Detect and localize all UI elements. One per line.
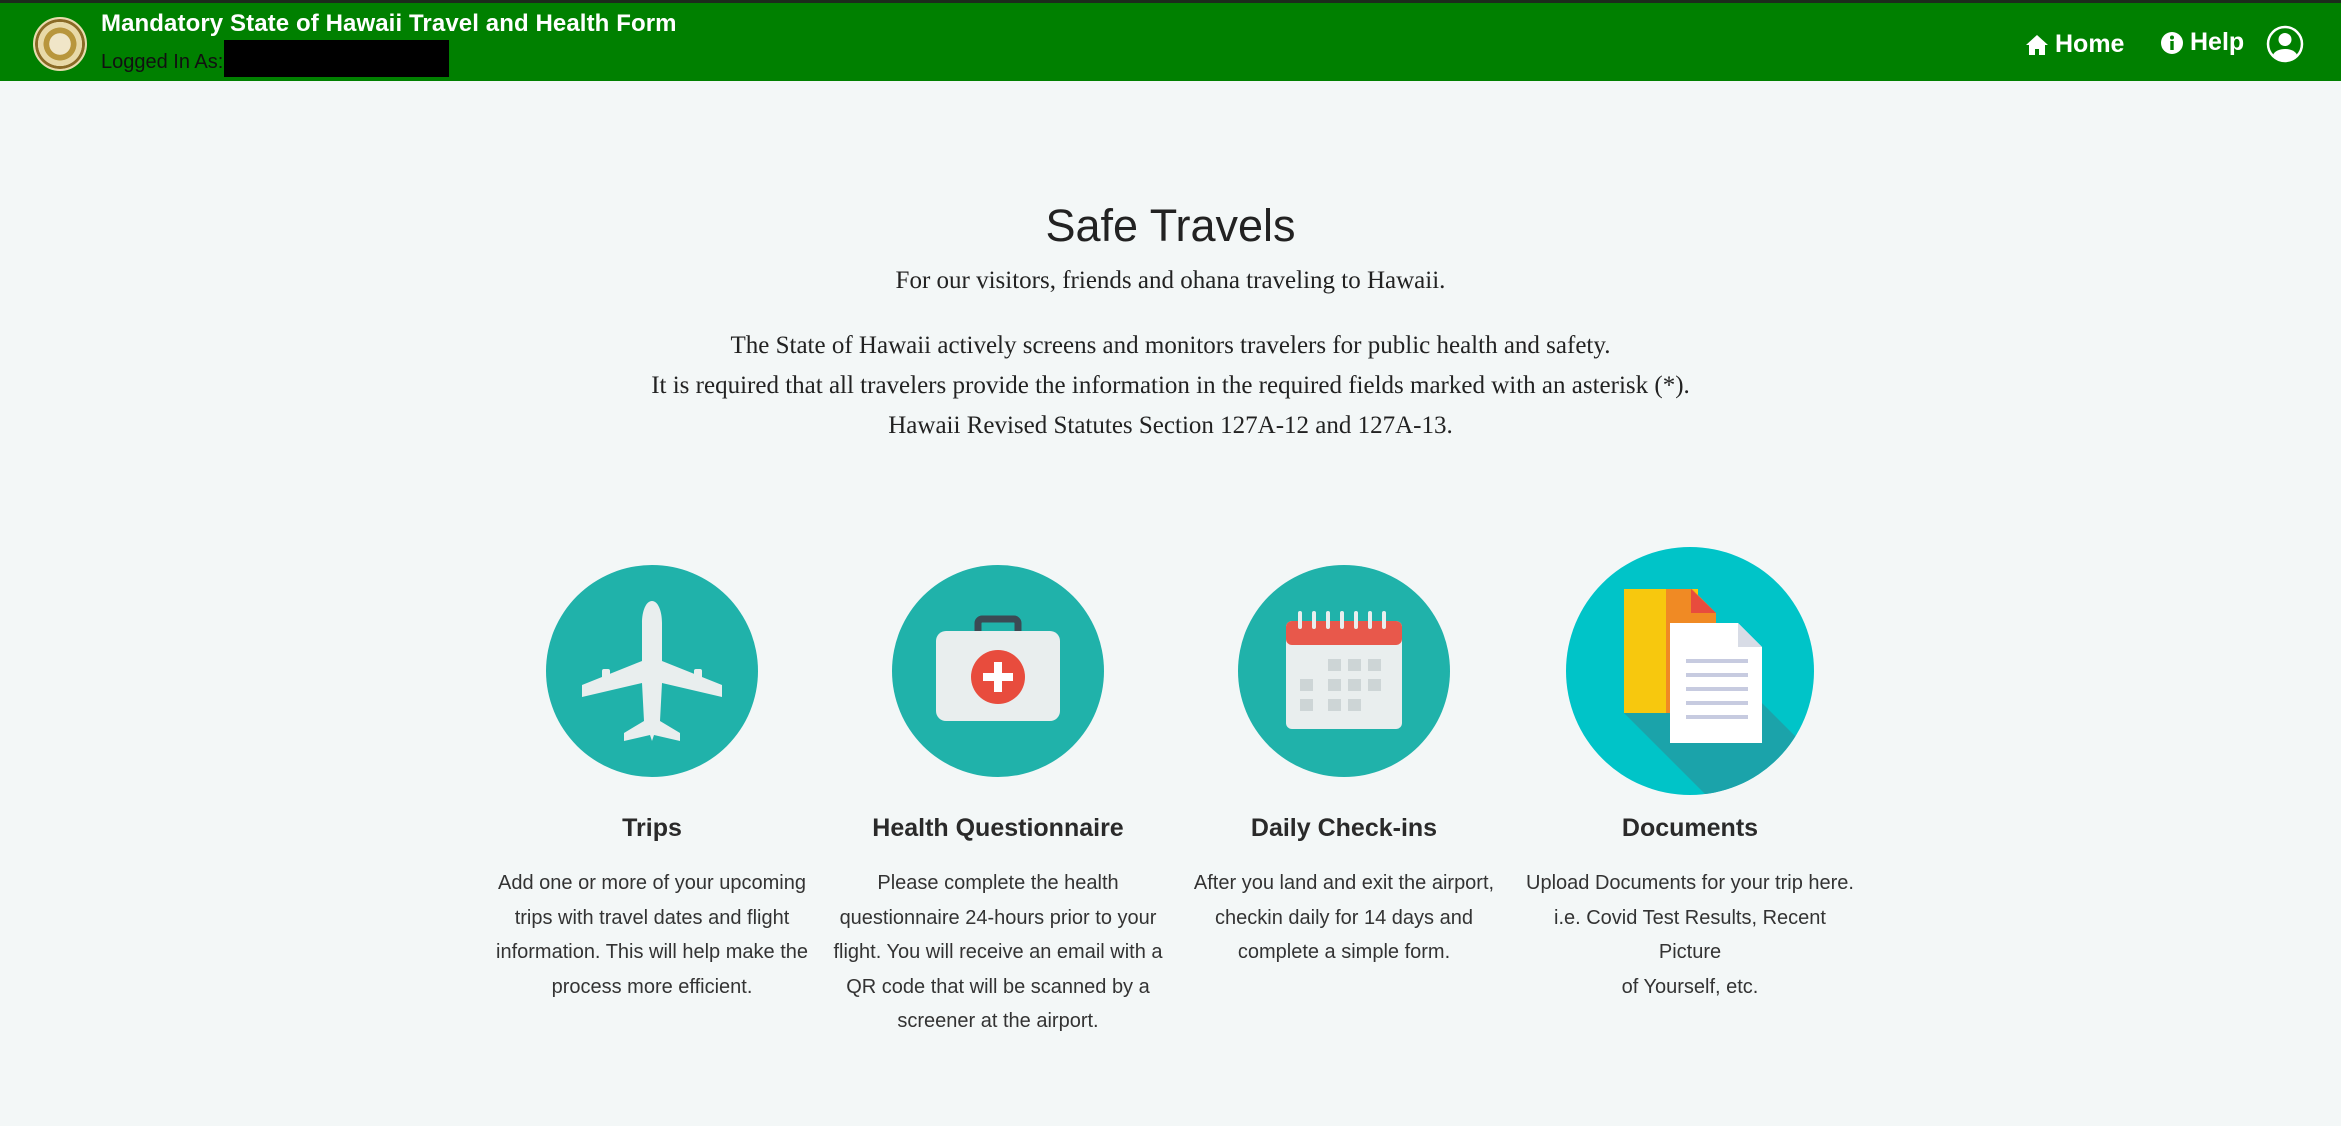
checkins-desc-line: After you land and exit the airport, — [1193, 872, 1495, 894]
documents-desc-line: Upload Documents for your trip here. — [1526, 872, 1854, 894]
redacted-username — [224, 40, 449, 77]
documents-desc-line: i.e. Covid Test Results, Recent Picture — [1554, 906, 1826, 964]
trips-desc-line: trips with travel dates and flight — [514, 906, 790, 929]
app-title: Mandatory State of Hawaii Travel and Hea… — [101, 10, 677, 37]
trips-desc-line: Add one or more of your upcoming — [498, 872, 806, 894]
health-desc-line: questionnaire 24-hours prior to your — [839, 906, 1157, 929]
documents-desc-line: of Yourself, etc. — [1621, 975, 1759, 998]
page-title: Safe Travels — [1045, 200, 1296, 251]
home-icon — [2026, 34, 2048, 55]
health-desc-line: QR code that will be scanned by a — [846, 975, 1150, 998]
info-icon — [2161, 31, 2183, 54]
health-desc-line: Please complete the health — [877, 872, 1119, 894]
intro-line-2: It is required that all travelers provid… — [651, 372, 1690, 399]
home-label: Home — [2055, 30, 2125, 58]
daily-checkins-description: After you land and exit the airport, che… — [1179, 866, 1509, 970]
trips-title: Trips — [622, 814, 682, 842]
trips-desc-line: information. This will help make the — [496, 941, 808, 963]
top-navbar: Mandatory State of Hawaii Travel and Hea… — [0, 0, 2341, 81]
daily-checkins-title: Daily Check-ins — [1250, 814, 1438, 842]
intro-line-1: The State of Hawaii actively screens and… — [730, 332, 1611, 359]
health-questionnaire-title: Health Questionnaire — [872, 814, 1124, 842]
calendar-icon — [1238, 565, 1450, 777]
checkins-desc-line: checkin daily for 14 days and — [1215, 906, 1473, 929]
health-desc-line: screener at the airport. — [897, 1010, 1099, 1032]
health-desc-line: flight. You will receive an email with a — [833, 941, 1163, 963]
page-subtitle: For our visitors, friends and ohana trav… — [895, 267, 1446, 294]
checkins-desc-line: complete a simple form. — [1237, 941, 1451, 963]
airplane-icon — [546, 565, 758, 777]
logged-in-label: Logged In As: — [101, 51, 224, 73]
first-aid-kit-icon — [892, 565, 1104, 777]
documents-icon — [1566, 547, 1814, 795]
home-link[interactable]: Home — [2025, 30, 2124, 59]
trips-desc-line: process more efficient. — [551, 975, 753, 998]
documents-title: Documents — [1621, 814, 1759, 842]
user-account-icon[interactable] — [2266, 25, 2304, 63]
intro-line-3: Hawaii Revised Statutes Section 127A-12 … — [888, 412, 1453, 439]
health-questionnaire-description: Please complete the health questionnaire… — [833, 866, 1163, 1039]
help-link[interactable]: Help — [2160, 28, 2244, 57]
trips-description: Add one or more of your upcoming trips w… — [487, 866, 817, 1004]
state-seal-logo — [33, 17, 87, 71]
help-label: Help — [2190, 28, 2245, 56]
documents-description: Upload Documents for your trip here. i.e… — [1525, 866, 1855, 1004]
